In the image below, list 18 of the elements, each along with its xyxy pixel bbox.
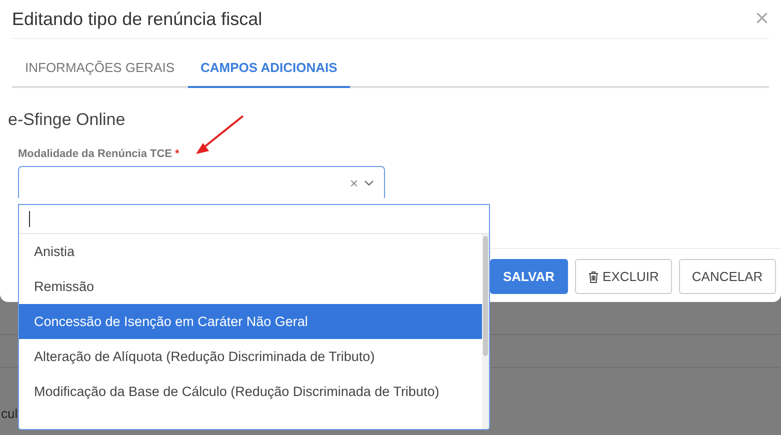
- required-mark: *: [175, 148, 180, 160]
- chevron-down-icon[interactable]: [364, 180, 374, 186]
- annotation-arrow: [194, 114, 246, 156]
- trash-icon: [588, 270, 599, 282]
- scrollbar[interactable]: [482, 234, 489, 429]
- dialog-title: Editando tipo de renúncia fiscal: [12, 8, 262, 30]
- close-icon[interactable]: ×: [754, 7, 769, 31]
- save-button[interactable]: SALVAR: [490, 259, 568, 294]
- tab[interactable]: CAMPOS ADICIONAIS: [188, 49, 350, 88]
- field-label: Modalidade da Renúncia TCE: [18, 148, 172, 160]
- cancel-button[interactable]: CANCELAR: [678, 259, 776, 294]
- select-field[interactable]: ×: [18, 166, 385, 198]
- tab[interactable]: INFORMAÇÕES GERAIS: [12, 49, 188, 88]
- dropdown-option[interactable]: Concessão de Isenção em Caráter Não Geral: [19, 304, 482, 339]
- section-title: e-Sfinge Online: [8, 110, 126, 130]
- delete-button[interactable]: EXCLUIR: [574, 259, 672, 294]
- background-text: cul: [1, 406, 18, 421]
- clear-icon[interactable]: ×: [350, 174, 358, 190]
